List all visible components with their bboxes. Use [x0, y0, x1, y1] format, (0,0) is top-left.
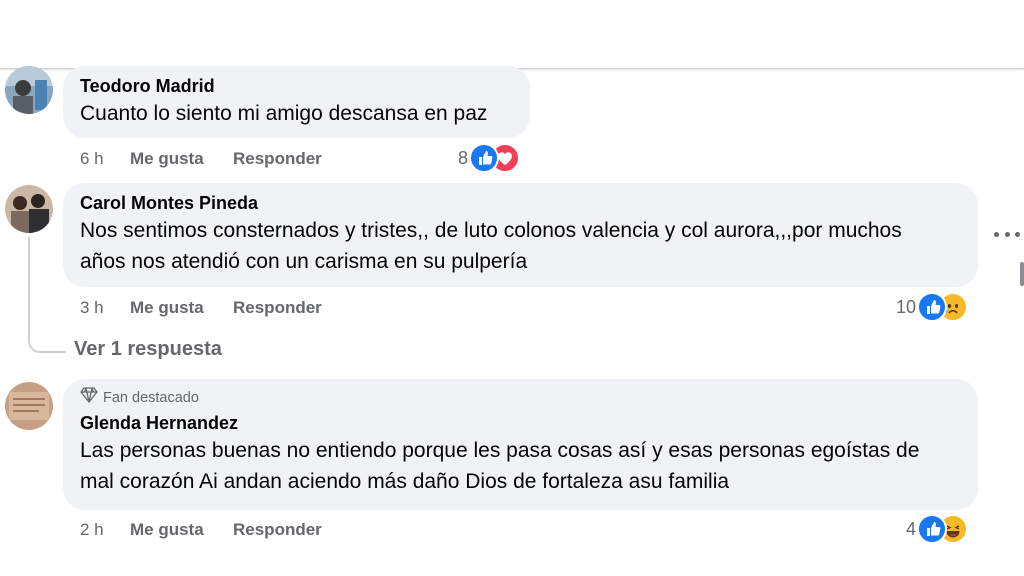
comment-timestamp[interactable]: 6 h — [80, 147, 104, 171]
like-button[interactable]: Me gusta — [130, 296, 204, 320]
comment-text-line: Las personas buenas no entiendo porque l… — [80, 439, 920, 462]
reply-button[interactable]: Responder — [233, 518, 322, 542]
scrollbar[interactable] — [1020, 262, 1024, 286]
comment-bubble: Fan destacado Glenda Hernandez Las perso… — [63, 379, 978, 510]
comment-timestamp[interactable]: 2 h — [80, 518, 104, 542]
like-icon — [917, 514, 948, 544]
avatar[interactable] — [5, 382, 53, 430]
like-icon — [469, 143, 500, 173]
like-button[interactable]: Me gusta — [130, 147, 204, 171]
comment-text-line: mal corazón Ai andan aciendo más daño Di… — [80, 470, 730, 493]
comment-actions: 6 h Me gusta Responder — [80, 147, 380, 171]
reaction-count: 10 — [896, 296, 917, 317]
view-replies-link[interactable]: Ver 1 respuesta — [74, 338, 222, 361]
comment-text-line: años nos atendió con un carisma en su pu… — [80, 250, 528, 273]
avatar[interactable] — [5, 185, 53, 233]
comment-actions: 3 h Me gusta Responder — [80, 296, 380, 320]
more-options-icon[interactable] — [994, 232, 1020, 240]
reply-button[interactable]: Responder — [233, 147, 322, 171]
diamond-icon — [80, 387, 98, 409]
reaction-summary[interactable]: 8 — [458, 143, 521, 173]
comment-bubble: Carol Montes Pineda Nos sentimos conster… — [63, 183, 978, 287]
reply-button[interactable]: Responder — [233, 296, 322, 320]
reaction-summary[interactable]: 10 — [896, 292, 969, 322]
comment-text: Cuanto lo siento mi amigo descansa en pa… — [80, 102, 488, 125]
reaction-summary[interactable]: 4 — [906, 514, 969, 544]
top-fan-badge: Fan destacado — [80, 387, 960, 409]
comment-actions: 2 h Me gusta Responder — [80, 518, 380, 542]
comment-author[interactable]: Glenda Hernandez — [80, 411, 960, 435]
badge-label: Fan destacado — [103, 390, 199, 406]
top-bar — [0, 0, 1024, 69]
comment-author[interactable]: Carol Montes Pineda — [80, 191, 960, 215]
reply-thread-line — [28, 237, 66, 353]
comment-bubble: Teodoro Madrid Cuanto lo siento mi amigo… — [63, 66, 530, 138]
comment-text-line: Nos sentimos consternados y tristes,, de… — [80, 219, 902, 242]
comment-timestamp[interactable]: 3 h — [80, 296, 104, 320]
avatar[interactable] — [5, 66, 53, 114]
like-icon — [917, 292, 948, 322]
reaction-count: 4 — [906, 518, 917, 539]
reaction-count: 8 — [458, 147, 469, 168]
like-button[interactable]: Me gusta — [130, 518, 204, 542]
comment-author[interactable]: Teodoro Madrid — [80, 74, 512, 98]
